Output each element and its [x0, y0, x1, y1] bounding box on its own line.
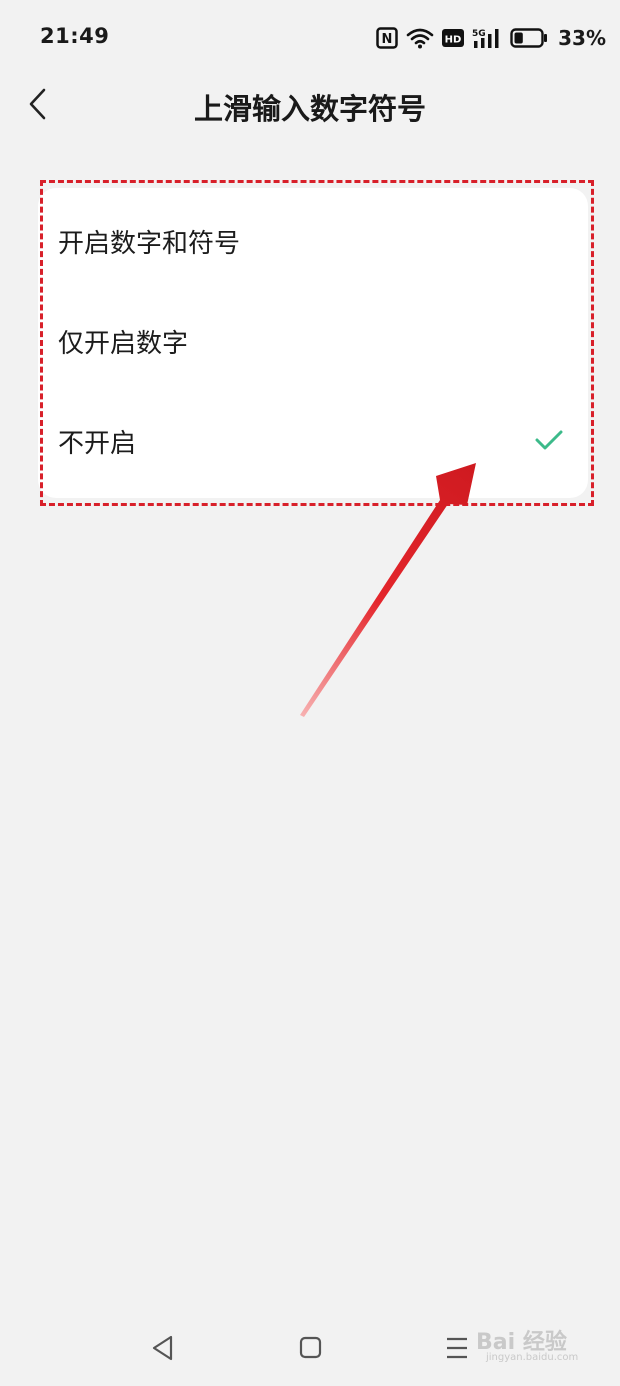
option-disabled[interactable]: 不开启 [38, 391, 588, 491]
status-bar: 21:49 N HD 5G 33% [0, 0, 620, 76]
watermark: Bai 经验 jingyan.baidu.com [470, 1318, 610, 1368]
svg-text:HD: HD [445, 35, 462, 46]
option-label: 仅开启数字 [58, 328, 189, 359]
hd-icon: HD [442, 29, 465, 47]
status-time: 21:49 [40, 24, 110, 48]
back-triangle-icon [152, 1335, 173, 1361]
watermark-url: jingyan.baidu.com [486, 1352, 579, 1363]
option-label: 开启数字和符号 [58, 228, 241, 259]
5g-signal-icon: 5G [472, 29, 499, 48]
svg-text:5G: 5G [472, 29, 486, 39]
options-card: 开启数字和符号 仅开启数字 不开启 [38, 188, 588, 498]
nav-home-button[interactable] [290, 1332, 330, 1364]
nfc-icon: N [376, 27, 398, 49]
check-icon [535, 430, 563, 450]
status-icons: N HD 5G 33% [376, 24, 606, 52]
nav-back-button[interactable] [143, 1332, 183, 1364]
page-header: 上滑输入数字符号 [0, 76, 620, 136]
svg-text:N: N [382, 32, 393, 47]
option-numbers-only[interactable]: 仅开启数字 [38, 291, 588, 391]
option-label: 不开启 [58, 428, 137, 459]
battery-icon [510, 28, 548, 48]
battery-percent: 33% [558, 26, 606, 50]
option-numbers-and-symbols[interactable]: 开启数字和符号 [38, 191, 588, 291]
page-title: 上滑输入数字符号 [193, 92, 426, 126]
home-square-icon [299, 1336, 322, 1359]
wifi-icon [406, 28, 434, 49]
